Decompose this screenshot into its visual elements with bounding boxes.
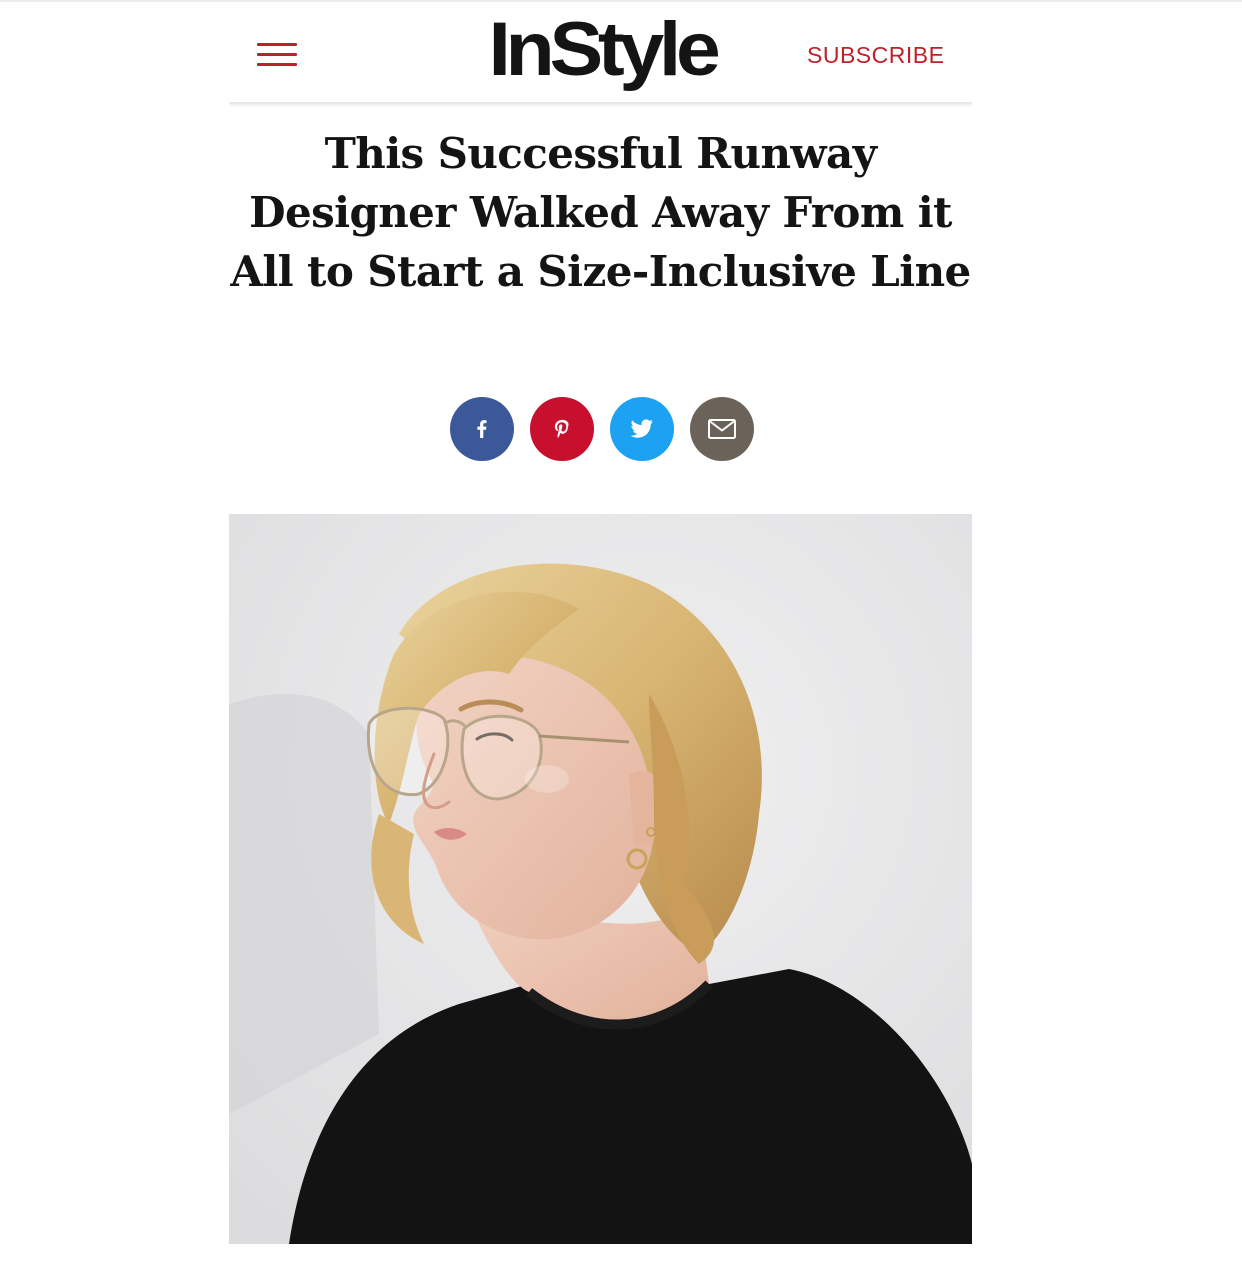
page: InStyle SUBSCRIBE This Successful Runway… — [0, 0, 1242, 1272]
twitter-share-button[interactable] — [610, 397, 674, 461]
site-header: InStyle SUBSCRIBE — [229, 2, 972, 103]
article-headline: This Successful Runway Designer Walked A… — [230, 129, 971, 296]
mobile-viewport: InStyle SUBSCRIBE This Successful Runway… — [229, 2, 972, 1244]
mail-icon — [708, 419, 736, 439]
portrait-photo — [229, 514, 972, 1244]
facebook-share-button[interactable] — [450, 397, 514, 461]
share-bar — [450, 397, 760, 461]
twitter-icon — [630, 419, 653, 438]
subscribe-link[interactable]: SUBSCRIBE — [807, 40, 944, 70]
pinterest-share-button[interactable] — [530, 397, 594, 461]
pinterest-icon — [554, 419, 569, 438]
menu-button[interactable] — [257, 40, 299, 68]
facebook-icon — [477, 420, 487, 438]
site-logo[interactable]: InStyle — [448, 10, 755, 90]
hero-image — [229, 514, 972, 1244]
email-share-button[interactable] — [690, 397, 754, 461]
